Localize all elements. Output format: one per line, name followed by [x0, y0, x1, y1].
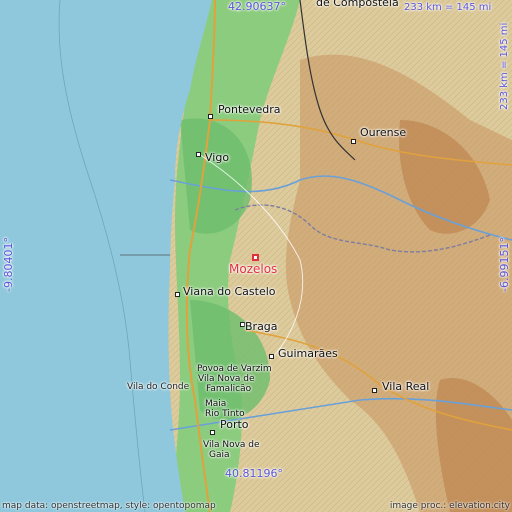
label-famalicao-2: Famalicão	[206, 384, 252, 394]
city-dot-viana	[175, 292, 180, 297]
label-famalicao-1: Vila Nova de	[198, 374, 255, 384]
city-dot-vigo	[196, 152, 201, 157]
city-dot-guimaraes	[269, 354, 274, 359]
label-viana: Viana do Castelo	[183, 285, 276, 298]
coord-left-longitude: -9.80401°	[2, 237, 15, 292]
coord-right-longitude: -6.99151°	[498, 237, 511, 292]
label-gaia-2: Gaia	[209, 450, 230, 460]
label-vilareal: Vila Real	[382, 380, 430, 393]
label-santiago: de Compostela	[316, 0, 399, 9]
city-dot-pontevedra	[208, 114, 213, 119]
elevation-map: de Compostela Pontevedra Ourense Vigo Vi…	[0, 0, 512, 512]
label-pontevedra: Pontevedra	[218, 103, 281, 116]
credit-image-processing: image proc.: elevation.city	[389, 501, 510, 511]
credit-map-data: map data: openstreetmap, style: opentopo…	[2, 501, 216, 511]
label-vilaconde: Vila do Conde	[127, 382, 190, 392]
city-dot-ourense	[351, 139, 356, 144]
label-target-place: Mozelos	[229, 262, 278, 276]
coord-top-latitude: 42.90637°	[228, 0, 286, 13]
city-dot-vilareal	[372, 388, 377, 393]
label-ourense: Ourense	[360, 126, 407, 139]
label-braga: Braga	[245, 320, 278, 333]
city-dot-porto	[210, 430, 215, 435]
location-marker	[252, 254, 259, 261]
label-guimaraes: Guimarães	[278, 347, 338, 360]
label-vigo: Vigo	[205, 151, 230, 164]
scale-vertical: 233 km = 145 mi	[499, 22, 510, 110]
label-porto: Porto	[220, 418, 249, 431]
label-gaia-1: Vila Nova de	[203, 440, 260, 450]
coord-bottom-latitude: 40.81196°	[225, 467, 283, 480]
label-maia: Maia	[205, 399, 227, 409]
scale-horizontal: 233 km = 145 mi	[404, 2, 492, 13]
label-povoa: Povoa de Varzim	[197, 364, 272, 374]
